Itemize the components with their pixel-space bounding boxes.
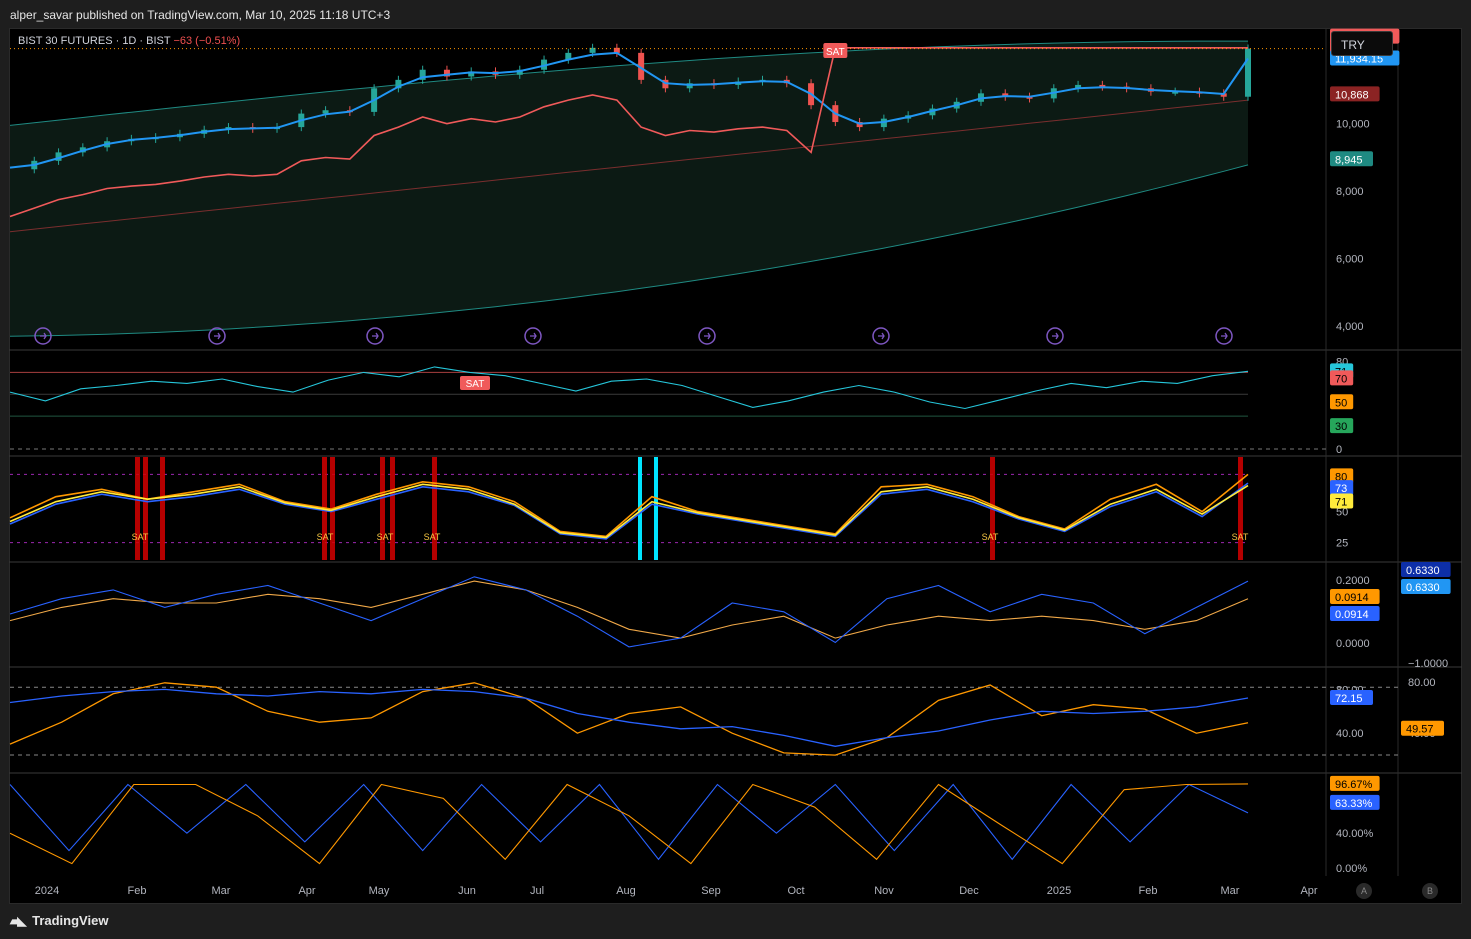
time-axis-label: Mar (1221, 885, 1240, 897)
momentum-badge: 0.0914 (1335, 592, 1369, 604)
event-arrow-icon (530, 332, 537, 340)
sell-zone-bar (143, 457, 148, 560)
time-axis-label: Feb (1139, 885, 1158, 897)
price-y-tick: 10,000 (1336, 119, 1370, 131)
log-scale-button[interactable]: B (1422, 883, 1438, 899)
time-axis-label: Sep (701, 885, 721, 897)
price-badge: 10,868 (1335, 89, 1369, 101)
osc-sat-label: SAT (982, 532, 999, 542)
event-arrow-icon (214, 332, 221, 340)
event-arrow-icon (372, 332, 379, 340)
rsi-sat-label: SAT (466, 379, 485, 390)
time-axis-label: Jul (530, 885, 544, 897)
auto-scale-button[interactable]: A (1356, 883, 1372, 899)
event-arrow-icon (1221, 332, 1228, 340)
price-y-tick: 6,000 (1336, 254, 1364, 266)
momentum-y-tick: 0.2000 (1336, 575, 1370, 587)
chart-canvas[interactable]: SAT10,0008,0006,0004,00012,333.5112,2271… (0, 0, 1471, 939)
time-axis-label: Nov (874, 885, 894, 897)
osc-sat-label: SAT (132, 532, 149, 542)
event-arrow-icon (704, 332, 711, 340)
momentum-y-tick: 0.0000 (1336, 638, 1370, 650)
price-badge: 8,945 (1335, 154, 1363, 166)
time-axis-label: Aug (616, 885, 636, 897)
sat-signal-label: SAT (826, 47, 845, 58)
time-axis-label: Mar (212, 885, 231, 897)
buy-zone-bar (654, 457, 658, 560)
time-axis-label: May (369, 885, 390, 897)
osc-badge: 73 (1335, 483, 1347, 495)
stoch-y-tick: 40.00 (1336, 728, 1364, 740)
candle-body (1245, 48, 1251, 97)
time-axis-label: Apr (1300, 885, 1317, 897)
cycle-blue-line (9, 783, 1249, 861)
time-axis-label: Feb (128, 885, 147, 897)
time-axis-label: Apr (298, 885, 315, 897)
sell-zone-bar (390, 457, 395, 560)
event-arrow-icon (1052, 332, 1059, 340)
stoch-y-tick-right: 80.00 (1408, 677, 1436, 689)
stoch-badge: 72.15 (1335, 693, 1363, 705)
osc-sat-label: SAT (377, 532, 394, 542)
osc-yellow-line (9, 483, 1249, 539)
rsi-badge: 70 (1335, 373, 1347, 385)
footer-bar (0, 904, 1471, 939)
rsi-badge: 50 (1335, 397, 1347, 409)
momentum-badge: 0.0914 (1335, 609, 1369, 621)
symbol-legend: BIST 30 FUTURES · 1D · BIST −63 (−0.51%) (18, 35, 240, 47)
cycle-y-tick: 40.00% (1336, 828, 1374, 840)
osc-sat-label: SAT (1232, 532, 1249, 542)
price-y-tick: 8,000 (1336, 186, 1364, 198)
momentum-line (9, 576, 1249, 648)
rsi-y-tick: 0 (1336, 444, 1342, 456)
osc-sat-label: SAT (424, 532, 441, 542)
stoch-badge-right: 49.57 (1406, 724, 1434, 736)
event-arrow-icon (878, 332, 885, 340)
time-axis-label: Oct (787, 885, 804, 897)
time-axis-label: Dec (959, 885, 979, 897)
sell-zone-bar (380, 457, 385, 560)
currency-button[interactable]: TRY (1331, 31, 1393, 56)
cycle-badge: 63.33% (1335, 798, 1373, 810)
sell-zone-bar (135, 457, 140, 560)
sell-zone-bar (1238, 457, 1243, 560)
time-axis-label: Jun (458, 885, 476, 897)
sell-zone-bar (160, 457, 165, 560)
osc-sat-label: SAT (317, 532, 334, 542)
stoch-orange-line (9, 682, 1249, 756)
tradingview-logo[interactable]: ▰◣ TradingView (10, 913, 108, 928)
time-axis-label: 2025 (1047, 885, 1071, 897)
osc-y-tick: 25 (1336, 538, 1348, 550)
osc-badge: 71 (1335, 497, 1347, 509)
momentum-signal-line (9, 580, 1249, 639)
momentum-badge-right: 0.6330 (1406, 582, 1440, 594)
time-axis-label: 2024 (35, 885, 59, 897)
price-envelope-fill (10, 41, 1248, 337)
momentum-y-tick-right: −1.0000 (1408, 658, 1448, 670)
sell-zone-bar (432, 457, 437, 560)
tv-logo-icon: ▰◣ (10, 914, 27, 928)
momentum-badge-right: 0.6330 (1406, 565, 1440, 577)
rsi-badge: 30 (1335, 421, 1347, 433)
rsi-line (9, 366, 1249, 410)
cycle-badge: 96.67% (1335, 779, 1373, 791)
cycle-y-tick: 0.00% (1336, 863, 1367, 875)
stoch-blue-line (9, 688, 1249, 747)
symbol-label: BIST 30 FUTURES · 1D · BIST (18, 35, 171, 47)
brand-label: TradingView (32, 913, 109, 928)
price-y-tick: 4,000 (1336, 321, 1364, 333)
osc-orange-line (9, 473, 1249, 538)
change-label: −63 (−0.51%) (173, 35, 241, 47)
